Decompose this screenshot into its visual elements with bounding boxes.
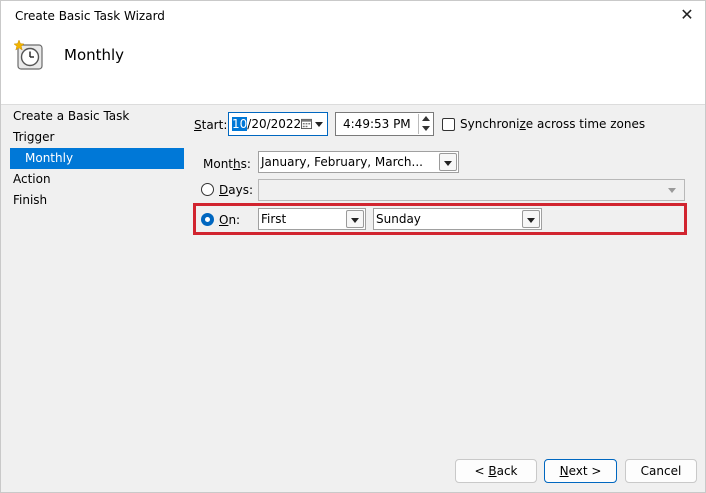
nav-step-trigger: Trigger [13,130,55,144]
start-date-picker[interactable]: 10/20/2022 [228,112,328,136]
weekday-dropdown[interactable]: Sunday [373,208,542,230]
wizard-steps-nav: Create a Basic Task Trigger Monthly Acti… [1,106,185,211]
back-button[interactable]: < Back [455,459,537,483]
days-dropdown [258,179,685,201]
months-dropdown[interactable]: January, February, March... [258,151,459,173]
clock-icon [13,39,43,70]
days-radio[interactable] [201,183,214,196]
sync-timezones-checkbox[interactable] [442,118,455,131]
close-icon[interactable]: ✕ [675,4,699,28]
chevron-down-icon[interactable] [346,210,364,228]
on-radio[interactable] [201,213,214,226]
week-ordinal-dropdown[interactable]: First [258,208,366,230]
date-rest: /20/2022 [247,117,302,131]
chevron-down-icon[interactable] [522,210,540,228]
window-title: Create Basic Task Wizard [15,9,165,23]
nav-step-monthly: Monthly [10,148,184,169]
spin-up-icon[interactable] [422,116,430,121]
sync-timezones-label: Synchronize across time zones [460,117,646,131]
days-label: Days: [219,183,253,197]
wizard-header: Monthly [1,31,705,105]
chevron-down-icon[interactable] [439,153,457,171]
months-label: Months: [203,157,251,171]
title-bar: Create Basic Task Wizard ✕ [1,1,705,31]
time-spinner[interactable] [418,114,432,134]
calendar-icon[interactable] [301,118,312,129]
start-time-input[interactable]: 4:49:53 PM [335,112,434,136]
chevron-down-icon[interactable] [315,122,323,127]
nav-step-create-task: Create a Basic Task [13,109,130,123]
spin-down-icon[interactable] [422,126,430,131]
next-button[interactable]: Next > [544,459,617,483]
date-month-selected: 10 [232,117,248,131]
nav-step-finish: Finish [13,193,48,207]
cancel-button[interactable]: Cancel [625,459,697,483]
nav-step-action: Action [13,172,51,186]
wizard-window: Create Basic Task Wizard ✕ Monthly Creat… [0,0,706,493]
on-label: On: [219,213,241,227]
page-heading: Monthly [64,46,125,64]
start-label: Start: [194,118,228,132]
